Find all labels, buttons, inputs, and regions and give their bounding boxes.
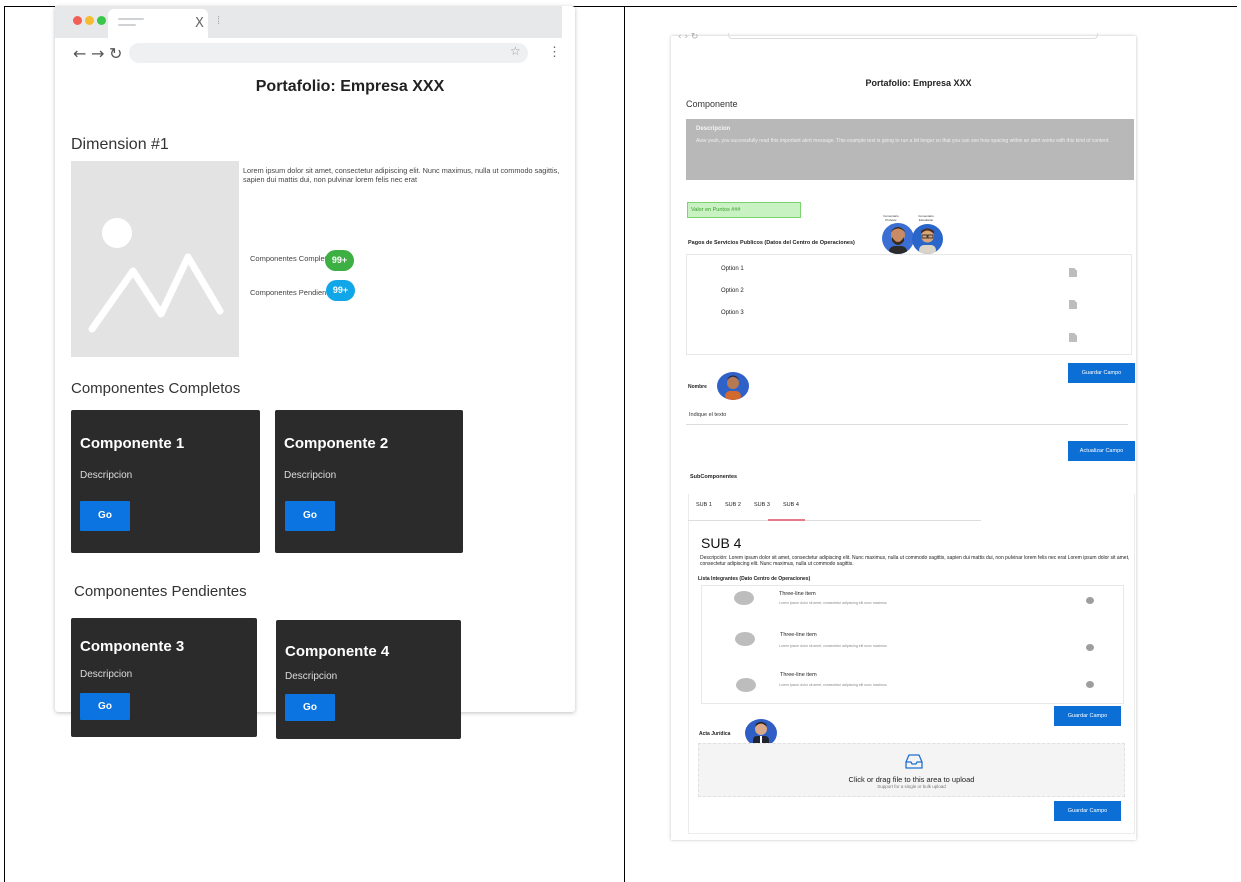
close-window-icon[interactable] (73, 16, 82, 25)
page-title: Portafolio: Empresa XXX (865, 78, 972, 88)
component-card: Componente 3 Descripcion Go (71, 618, 257, 737)
list-avatar (735, 632, 755, 646)
list-item-subtitle: Lorem ipsum dolor sit amet, consectetur … (779, 644, 887, 648)
description-alert: Descripcion Aww yeah, you successfully r… (686, 119, 1134, 180)
forward-arrow-icon[interactable]: → (91, 44, 104, 63)
list-action-icon[interactable] (1086, 597, 1094, 604)
list-action-icon[interactable] (1086, 681, 1094, 688)
section-completos-title: Componentes Completos (71, 380, 241, 397)
list-item-title: Three-line item (779, 591, 816, 597)
guardar-campo-button[interactable]: Guardar Campo (1068, 363, 1135, 383)
actualizar-campo-button[interactable]: Actualizar Campo (1068, 441, 1135, 461)
list-item-subtitle: Lorem ipsum dolor sit amet, consectetur … (779, 601, 887, 605)
options-list (686, 254, 1132, 355)
tab-sub-4[interactable]: SUB 4 (783, 502, 799, 508)
browser-menu-icon[interactable]: ⋮ (548, 44, 561, 60)
bookmark-star-icon[interactable]: ☆ (510, 44, 521, 58)
dimension-title: Dimension #1 (71, 136, 169, 153)
active-tab-indicator (768, 519, 805, 521)
reload-icon[interactable]: ↻ (109, 44, 122, 63)
tab-title-placeholder (118, 18, 144, 20)
members-list (701, 585, 1124, 704)
input-underline (686, 424, 1128, 425)
browser-nav-icons: ‹ › ↻ (678, 32, 699, 42)
card-description: Descripcion (80, 669, 133, 680)
go-button[interactable]: Go (80, 693, 130, 720)
inbox-icon (905, 754, 923, 769)
list-item-title: Three-line item (780, 672, 817, 678)
subcomponentes-label: SubComponentes (690, 474, 738, 480)
browser-tab[interactable]: X (108, 9, 208, 39)
go-button[interactable]: Go (285, 501, 335, 531)
tabs-underline (688, 520, 981, 521)
card-title: Componente 4 (285, 643, 390, 660)
user-avatar[interactable] (717, 372, 749, 400)
card-title: Componente 1 (80, 435, 185, 452)
list-item-subtitle: Lorem ipsum dolor sit amet, consectetur … (779, 683, 887, 687)
go-button[interactable]: Go (285, 694, 335, 721)
text-input[interactable]: Indique el texto (689, 412, 726, 418)
column-divider (624, 6, 625, 882)
back-arrow-icon[interactable]: ← (73, 44, 86, 63)
tab-sub-3[interactable]: SUB 3 (754, 502, 770, 508)
left-browser-window (55, 6, 575, 712)
list-avatar (734, 591, 754, 605)
list-item-title: Three-line item (780, 632, 817, 638)
pagos-label: Pagos de Servicios Publicos (Datos del C… (688, 240, 855, 246)
nombre-label: Nombre (688, 384, 707, 390)
card-description: Descripcion (80, 470, 133, 481)
minimize-window-icon[interactable] (85, 16, 94, 25)
tab-close-icon[interactable]: X (195, 16, 204, 31)
maximize-window-icon[interactable] (97, 16, 106, 25)
component-heading: Componente (686, 99, 738, 109)
go-button[interactable]: Go (80, 501, 130, 531)
list-action-icon[interactable] (1086, 644, 1094, 651)
avatar-label-estudiante: Comentario Estudiante (918, 214, 934, 222)
new-tab-icon[interactable]: ⁞ (217, 15, 220, 27)
component-card: Componente 2 Descripcion Go (275, 410, 463, 553)
pendientes-label: Componentes Pendientes (250, 288, 337, 297)
dimension-description: Lorem ipsum dolor sit amet, consectetur … (243, 166, 560, 184)
lista-label: Lista Integrantes (Dato Centro de Operac… (698, 576, 811, 582)
component-card: Componente 1 Descripcion Go (71, 410, 260, 553)
file-upload-dropzone[interactable]: Click or drag file to this area to uploa… (698, 743, 1125, 797)
sub-description: Descripción: Lorem ipsum dolor sit amet,… (700, 555, 1130, 567)
address-bar[interactable] (728, 33, 1098, 39)
sub-title: SUB 4 (701, 535, 742, 551)
student-avatar[interactable] (912, 224, 943, 254)
card-description: Descripcion (284, 470, 337, 481)
guardar-campo-button[interactable]: Guardar Campo (1054, 801, 1121, 821)
description-body: Aww yeah, you successfully read this imp… (696, 138, 1110, 144)
pendientes-badge: 99+ (326, 280, 355, 301)
list-avatar (736, 678, 756, 692)
completos-label: Componentes Completos (250, 254, 335, 263)
address-bar[interactable] (129, 43, 528, 63)
option-item[interactable]: Option 2 (721, 288, 744, 294)
tab-sub-1[interactable]: SUB 1 (696, 502, 712, 508)
option-item[interactable]: Option 1 (721, 266, 744, 272)
card-title: Componente 3 (80, 638, 185, 655)
points-value-field: Valor en Puntos ### (687, 202, 801, 218)
tab-sub-2[interactable]: SUB 2 (725, 502, 741, 508)
tab-subtitle-placeholder (118, 24, 136, 26)
option-item[interactable]: Option 3 (721, 310, 744, 316)
professor-avatar[interactable] (882, 223, 914, 254)
avatar-label-profesor: Comentario Profesor (883, 214, 899, 222)
acta-label: Acta Jurídica (699, 731, 731, 737)
component-card: Componente 4 Descripcion Go (276, 620, 461, 739)
upload-title: Click or drag file to this area to uploa… (848, 775, 975, 784)
card-description: Descripcion (285, 671, 338, 682)
guardar-campo-button[interactable]: Guardar Campo (1054, 706, 1121, 726)
description-title: Descripcion (696, 126, 731, 132)
section-pendientes-title: Componentes Pendientes (74, 583, 247, 600)
page-title: Portafolio: Empresa XXX (255, 78, 445, 95)
completos-badge: 99+ (325, 250, 354, 271)
upload-subtitle: Support for a single or bulk upload (877, 784, 946, 789)
image-placeholder-icon (71, 161, 239, 357)
card-title: Componente 2 (284, 435, 389, 452)
